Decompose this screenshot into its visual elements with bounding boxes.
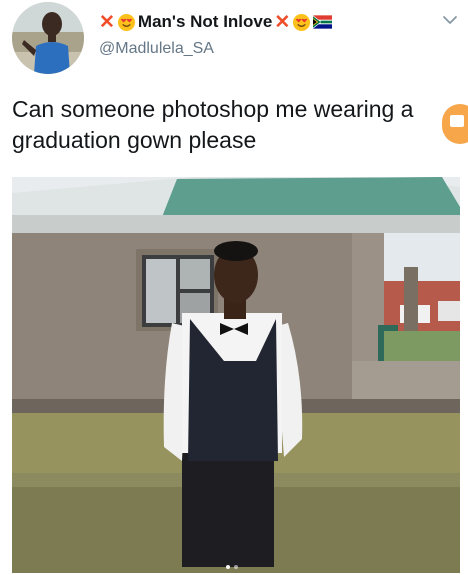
south-africa-flag-icon xyxy=(313,15,333,29)
tweet-photo[interactable] xyxy=(12,177,460,573)
chevron-down-icon[interactable] xyxy=(440,10,460,30)
carousel-indicator xyxy=(226,565,238,569)
floating-photo-button[interactable] xyxy=(442,104,468,144)
carousel-dot xyxy=(234,565,238,569)
carousel-dot-active xyxy=(226,565,230,569)
photo-icon xyxy=(450,115,464,127)
avatar[interactable] xyxy=(12,2,84,74)
user-handle[interactable]: @Madlulela_SA xyxy=(99,40,214,58)
heart-eyes-emoji-icon xyxy=(117,13,135,31)
display-name-row[interactable]: ✕ Man's Not Inlove ✕ xyxy=(99,10,333,34)
avatar-photo xyxy=(12,2,84,74)
tweet-text: Can someone photoshop me wearing a gradu… xyxy=(12,96,414,153)
photo-image xyxy=(12,177,460,573)
heart-eyes-emoji-icon xyxy=(293,13,311,31)
display-name: Man's Not Inlove xyxy=(137,12,273,31)
cross-mark-icon: ✕ xyxy=(274,11,291,33)
tweet-card: ✕ Man's Not Inlove ✕ @Madlulela_SA Can s… xyxy=(0,0,468,575)
cross-mark-icon: ✕ xyxy=(99,11,115,33)
